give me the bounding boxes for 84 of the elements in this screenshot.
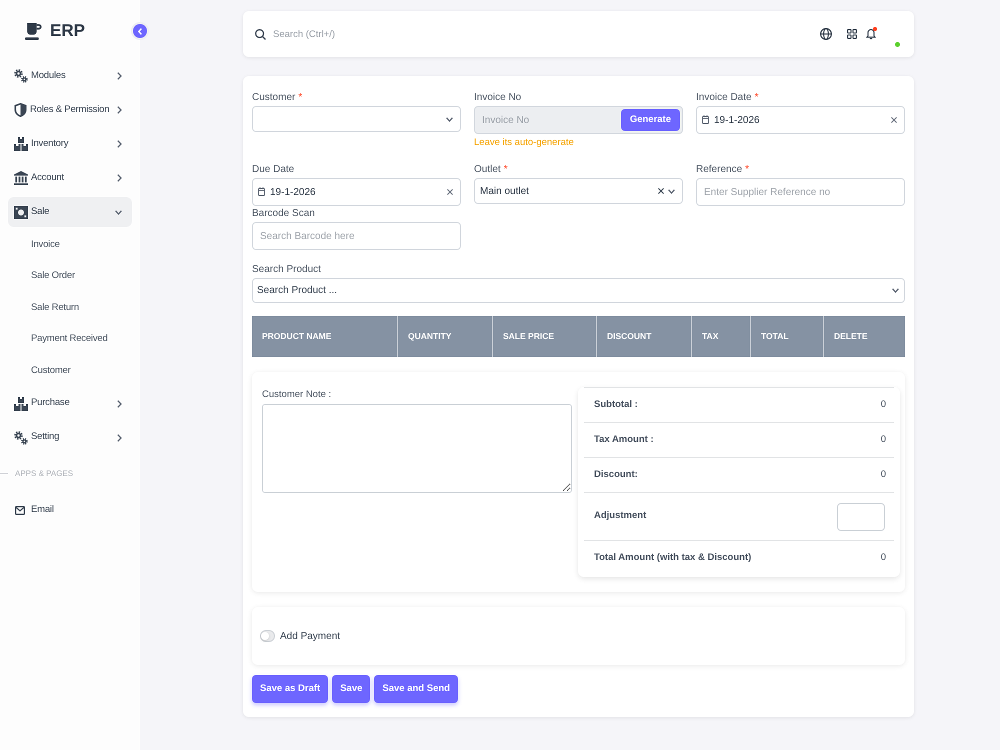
field-label: Invoice Date — [696, 92, 752, 104]
search-field[interactable]: Search (Ctrl+/) — [273, 24, 573, 44]
column-header: TAX — [691, 316, 750, 357]
sidebar-item[interactable]: Sale — [8, 197, 132, 227]
sidebar-item[interactable]: Setting — [8, 422, 132, 452]
submenu-item[interactable]: Sale Return — [8, 294, 132, 322]
field-label: Outlet — [474, 164, 501, 176]
field-hint: Leave its auto-generate — [474, 138, 574, 148]
summary-label: Tax Amount : — [594, 432, 654, 447]
chevron-down-icon — [668, 188, 675, 194]
field-label: Due Date — [252, 164, 294, 176]
submenu-item[interactable]: Payment Received — [8, 326, 132, 354]
sidebar-item[interactable]: Purchase — [8, 388, 132, 418]
select-field[interactable]: Main outlet — [474, 178, 683, 204]
date-field[interactable]: 19-1-2026 — [252, 178, 461, 206]
field-label: Invoice No — [474, 92, 522, 104]
calendar-icon — [258, 187, 265, 196]
chevron-down-icon — [892, 288, 899, 293]
submenu-item[interactable]: Sale Order — [8, 262, 132, 290]
globe-icon[interactable] — [820, 28, 832, 40]
required-mark: * — [745, 164, 750, 176]
toggle-switch[interactable] — [260, 630, 275, 642]
calendar-icon — [702, 115, 709, 124]
summary-value: 0 — [880, 468, 886, 482]
brand-name: ERP — [50, 22, 85, 40]
summary-value: 0 — [880, 550, 886, 565]
clear-icon[interactable] — [891, 117, 897, 123]
field-label: Customer — [252, 92, 296, 104]
bell-icon[interactable] — [866, 28, 876, 40]
sidebar-item[interactable]: Inventory — [8, 129, 132, 159]
action-button[interactable]: Save and Send — [374, 675, 458, 703]
summary-value: 0 — [880, 432, 886, 447]
mug-icon — [25, 22, 42, 40]
column-header: PRODUCT NAME — [261, 330, 332, 344]
collapse-button[interactable] — [133, 24, 147, 38]
submenu-item[interactable]: Customer — [8, 357, 132, 385]
clear-icon[interactable] — [447, 189, 453, 195]
submenu-item[interactable]: Invoice — [8, 231, 132, 259]
boxes-icon — [14, 396, 28, 410]
summary-label: Total Amount (with tax & Discount) — [594, 550, 752, 565]
column-header: DISCOUNT — [596, 316, 691, 357]
select-field[interactable]: Search Product ... — [252, 278, 905, 303]
mail-icon — [15, 506, 25, 515]
grid-icon[interactable] — [847, 29, 857, 39]
column-header: QUANTITY — [397, 316, 492, 357]
action-button[interactable]: Save — [332, 675, 370, 703]
field-label: Barcode Scan — [252, 208, 315, 220]
sidebar-item[interactable]: Email — [8, 496, 132, 526]
column-header: DELETE — [823, 316, 904, 357]
input-field[interactable]: Search Barcode here — [252, 222, 461, 250]
summary-value: 0 — [880, 398, 886, 412]
bank-icon — [14, 171, 28, 185]
note-field[interactable] — [262, 404, 572, 493]
input-field[interactable]: Enter Supplier Reference no — [696, 178, 905, 206]
action-button[interactable]: Save as Draft — [252, 675, 328, 703]
search-icon — [255, 28, 266, 40]
date-field[interactable]: 19-1-2026 — [696, 106, 905, 134]
banknote-icon — [14, 206, 28, 218]
required-mark: * — [298, 92, 302, 104]
gears-icon — [14, 69, 28, 83]
sidebar-item[interactable]: Account — [8, 163, 132, 193]
column-header: TOTAL — [750, 316, 823, 357]
gears-icon — [14, 430, 28, 444]
select-field[interactable] — [252, 106, 461, 132]
required-mark: * — [504, 164, 508, 176]
field-label: Customer Note : — [262, 389, 332, 401]
boxes-icon — [14, 137, 28, 151]
section-title: APPS & PAGES — [15, 468, 74, 478]
generate-button[interactable]: Generate — [620, 109, 680, 131]
clear-icon[interactable] — [658, 188, 664, 194]
summary-label: Adjustment — [594, 509, 646, 524]
sidebar-item[interactable]: Modules — [8, 61, 132, 91]
adjustment-field[interactable] — [837, 502, 885, 530]
field-label: Search Product — [252, 264, 321, 276]
field-label: Reference — [696, 164, 742, 176]
required-mark: * — [754, 92, 758, 104]
summary-label: Discount: — [594, 468, 638, 482]
column-header: SALE PRICE — [492, 316, 596, 357]
toggle-label: Add Payment — [280, 630, 340, 644]
shield-icon — [14, 103, 27, 117]
sidebar-item[interactable]: Roles & Permission — [8, 95, 132, 125]
chevron-down-icon — [446, 116, 453, 122]
chevron-left-icon — [138, 28, 142, 34]
summary-label: Subtotal : — [594, 398, 638, 412]
